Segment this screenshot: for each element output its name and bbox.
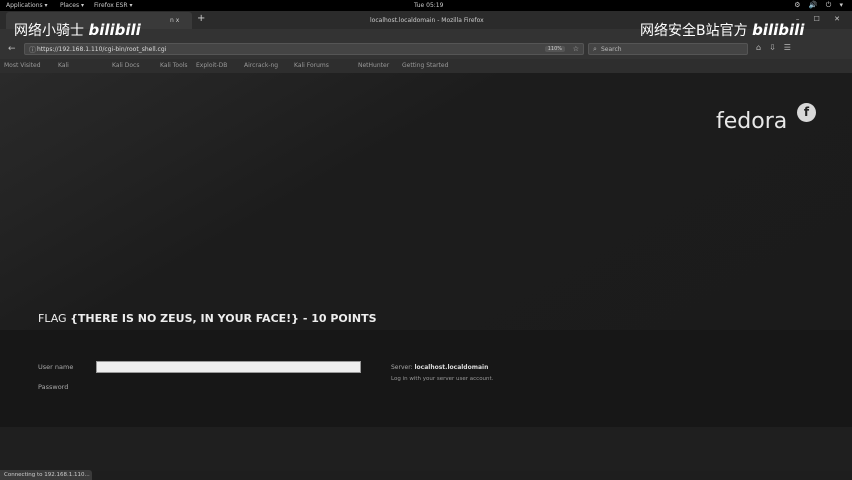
web-page: fedora f FLAG {THERE IS NO ZEUS, IN YOUR…: [0, 73, 852, 471]
bookmark-item[interactable]: Getting Started: [402, 62, 448, 69]
tab-title: n x: [170, 17, 180, 24]
search-bar[interactable]: ⌕: [588, 43, 748, 55]
firefox-app-menu[interactable]: Firefox ESR ▾: [94, 2, 132, 9]
bilibili-logo: bilibili: [88, 21, 141, 39]
flag-prefix: FLAG: [38, 312, 71, 325]
bookmarks-toolbar: Most Visited Kali Kali Docs Kali Tools E…: [0, 59, 852, 73]
flag-text: FLAG {THERE IS NO ZEUS, IN YOUR FACE!} -…: [38, 312, 377, 325]
bookmark-star-icon[interactable]: ☆: [573, 45, 579, 53]
bookmark-item[interactable]: Kali Tools: [160, 62, 188, 69]
watermark-left: 网络小骑士 bilibili: [14, 20, 141, 40]
watermark-right-text: 网络安全B站官方: [640, 23, 748, 39]
bookmark-item[interactable]: Most Visited: [4, 62, 41, 69]
password-label: Password: [38, 383, 69, 391]
watermark-right: 网络安全B站官方 bilibili: [640, 20, 804, 40]
login-hint: Log in with your server user account.: [391, 376, 494, 382]
gnome-top-bar: Applications ▾ Places ▾ Firefox ESR ▾ Tu…: [0, 0, 852, 11]
url-bar[interactable]: ⓘ https://192.168.1.110/cgi-bin/root_she…: [24, 43, 584, 55]
bookmark-item[interactable]: Aircrack-ng: [244, 62, 278, 69]
places-menu[interactable]: Places ▾: [60, 2, 84, 9]
system-tray[interactable]: ⚙ 🔊 ⏻ ▾: [794, 1, 846, 10]
server-label: Server:: [391, 364, 415, 371]
toolbar-buttons[interactable]: ⌂⇩☰: [756, 43, 799, 52]
flag-value: {THERE IS NO ZEUS, IN YOUR FACE!} - 10 P…: [70, 312, 377, 325]
fedora-logo-icon: f: [797, 103, 816, 122]
bookmark-item[interactable]: Exploit-DB: [196, 62, 227, 69]
zoom-level[interactable]: 110%: [544, 46, 565, 52]
back-button[interactable]: ←: [8, 44, 16, 54]
bookmark-item[interactable]: Kali Docs: [112, 62, 139, 69]
clock[interactable]: Tue 05:19: [414, 2, 443, 9]
window-title: localhost.localdomain - Mozilla Firefox: [370, 17, 484, 24]
status-bar: Connecting to 192.168.1.110...: [0, 470, 92, 480]
bookmark-item[interactable]: Kali Forums: [294, 62, 329, 69]
lock-icon[interactable]: ⓘ: [29, 45, 36, 55]
search-icon: ⌕: [593, 45, 597, 53]
search-input[interactable]: [601, 45, 741, 54]
applications-menu[interactable]: Applications ▾: [6, 2, 48, 9]
url-text[interactable]: https://192.168.1.110/cgi-bin/root_shell…: [37, 46, 166, 53]
fedora-logo: fedora: [716, 109, 788, 134]
server-value: localhost.localdomain: [414, 364, 489, 371]
new-tab-button[interactable]: +: [197, 13, 205, 24]
login-panel: User name Password Server: localhost.loc…: [0, 330, 852, 427]
status-text: Connecting to 192.168.1.110...: [4, 472, 90, 478]
username-label: User name: [38, 363, 74, 371]
server-info: Server: localhost.localdomain: [391, 364, 488, 371]
username-field[interactable]: [96, 361, 361, 373]
bookmark-item[interactable]: Kali: [58, 62, 69, 69]
bilibili-logo: bilibili: [752, 21, 805, 39]
watermark-left-text: 网络小骑士: [14, 23, 84, 39]
bookmark-item[interactable]: NetHunter: [358, 62, 389, 69]
